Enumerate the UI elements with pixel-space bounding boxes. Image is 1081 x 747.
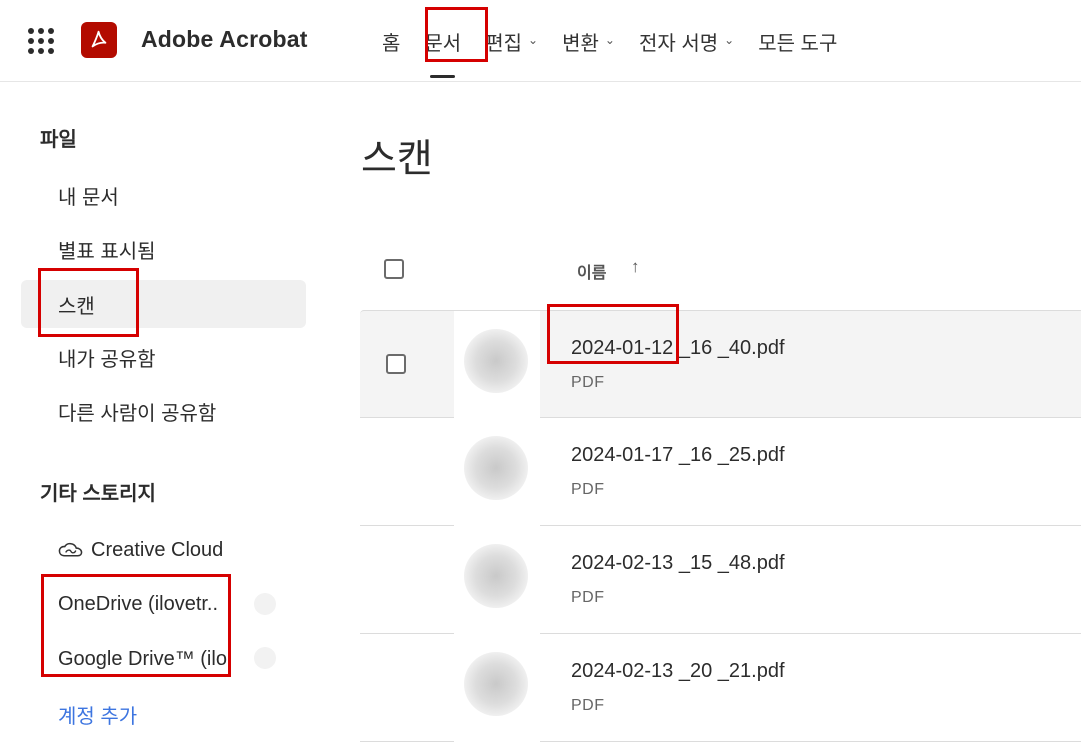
other-storage-title: 기타 스토리지 [40, 483, 156, 505]
nav-label: 홈 [382, 32, 401, 55]
nav-label: 전자 서명 [638, 32, 719, 55]
nav-convert[interactable]: 변환 ⌄ [550, 0, 627, 82]
file-type: PDF [571, 374, 605, 391]
chevron-down-icon: ⌄ [604, 33, 615, 47]
sidebar-item-label: 다른 사람이 공유함 [58, 402, 217, 425]
file-name[interactable]: 2024-02-13 _20 _21.pdf [571, 660, 785, 683]
table-header: 이름 ↑ [361, 243, 1081, 295]
sidebar: 파일 내 문서 별표 표시됨 스캔 내가 공유함 다른 사람이 공유함 기타 스… [0, 83, 330, 747]
table-row[interactable]: 2024-02-13 _20 _21.pdf PDF [360, 634, 1081, 742]
nav-documents[interactable]: 문서 [412, 0, 473, 82]
arrow-up-icon[interactable]: ↑ [631, 257, 640, 277]
sidebar-item-label: 스캔 [58, 295, 95, 318]
sidebar-item-label: 내가 공유함 [58, 348, 156, 371]
acrobat-logo-icon[interactable] [81, 22, 117, 58]
nav-label: 편집 [485, 32, 523, 55]
table-row[interactable]: 2024-01-17 _16 _25.pdf PDF [360, 418, 1081, 526]
file-name[interactable]: 2024-01-12 _16 _40.pdf [571, 337, 785, 360]
account-status-icon [254, 647, 276, 669]
file-thumbnail [454, 526, 540, 634]
file-name[interactable]: 2024-02-13 _15 _48.pdf [571, 552, 785, 575]
sidebar-item-starred[interactable]: 별표 표시됨 [21, 225, 306, 273]
sidebar-item-scans[interactable]: 스캔 [21, 280, 306, 328]
sidebar-item-my-documents[interactable]: 내 문서 [21, 171, 306, 219]
app-grid-icon[interactable] [28, 28, 54, 54]
main-nav: 홈 문서 편집 ⌄ 변환 ⌄ 전자 서명 ⌄ 모든 도구 [370, 0, 849, 82]
column-header-name[interactable]: 이름 [577, 259, 606, 283]
sidebar-item-shared-by-me[interactable]: 내가 공유함 [21, 333, 306, 381]
creative-cloud-icon [58, 542, 83, 557]
nav-label: 모든 도구 [758, 32, 838, 55]
table-row[interactable]: 2024-02-13 _15 _48.pdf PDF [360, 526, 1081, 634]
app-title: Adobe Acrobat [141, 26, 308, 52]
nav-home[interactable]: 홈 [370, 0, 412, 82]
file-thumbnail [454, 418, 540, 526]
file-type: PDF [571, 697, 605, 714]
nav-e-sign[interactable]: 전자 서명 ⌄ [627, 0, 746, 82]
page-title: 스캔 [361, 138, 433, 181]
storage-label: Creative Cloud [91, 538, 224, 561]
storage-label: Google Drive™ (ilo.. [58, 647, 234, 670]
sidebar-item-shared-by-others[interactable]: 다른 사람이 공유함 [21, 387, 306, 435]
file-thumbnail [454, 634, 540, 742]
nav-edit[interactable]: 편집 ⌄ [473, 0, 550, 82]
file-type: PDF [571, 481, 605, 498]
nav-label: 변환 [562, 32, 599, 55]
file-name[interactable]: 2024-01-17 _16 _25.pdf [571, 444, 785, 467]
sidebar-item-label: 별표 표시됨 [58, 240, 156, 263]
chevron-down-icon: ⌄ [724, 33, 735, 47]
top-bar: Adobe Acrobat 홈 문서 편집 ⌄ 변환 ⌄ 전자 서명 ⌄ 모든 도구 [0, 0, 1081, 82]
table-row[interactable]: 2024-01-12 _16 _40.pdf PDF [360, 310, 1081, 419]
storage-label: OneDrive (ilovetr.. [58, 592, 219, 615]
file-type: PDF [571, 589, 605, 606]
account-status-icon [254, 593, 276, 615]
file-thumbnail [454, 311, 540, 419]
nav-label: 문서 [424, 32, 462, 55]
add-account-link[interactable]: 계정 추가 [58, 700, 137, 729]
storage-creative-cloud[interactable]: Creative Cloud [21, 528, 306, 572]
select-all-checkbox[interactable] [384, 259, 404, 279]
row-checkbox[interactable] [386, 354, 406, 374]
nav-all-tools[interactable]: 모든 도구 [746, 0, 849, 82]
files-section-title: 파일 [40, 129, 77, 151]
sidebar-item-label: 내 문서 [58, 186, 119, 209]
chevron-down-icon: ⌄ [528, 33, 539, 47]
